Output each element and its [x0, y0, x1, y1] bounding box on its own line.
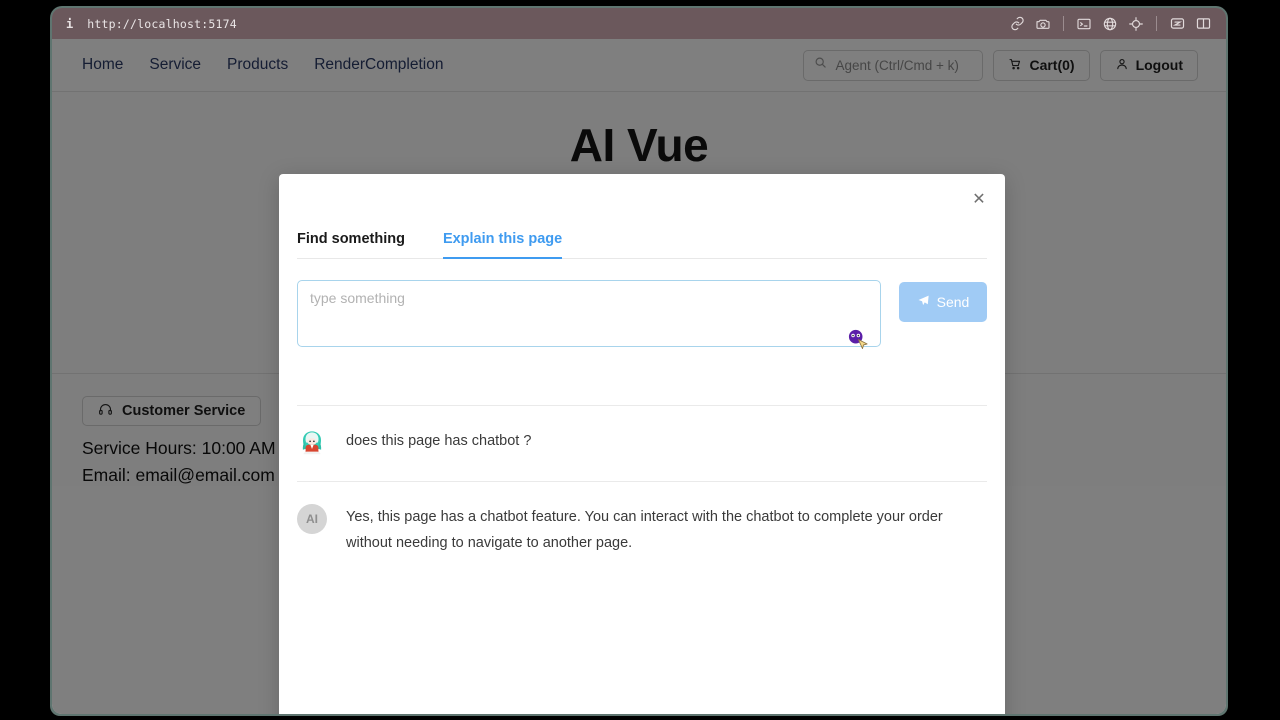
customer-service-label: Customer Service [122, 403, 246, 419]
browser-chrome-actions [1004, 12, 1216, 36]
message-text: does this page has chatbot ? [346, 433, 532, 449]
message-row-user: does this page has chatbot ? [297, 405, 987, 481]
url-bar-text[interactable]: http://localhost:5174 [87, 17, 237, 31]
terminal-icon[interactable] [1071, 12, 1097, 36]
nav-link-products[interactable]: Products [227, 56, 288, 74]
user-avatar [297, 428, 327, 458]
logout-button[interactable]: Logout [1099, 49, 1198, 81]
globe-icon[interactable] [1097, 12, 1123, 36]
agent-search-placeholder: Agent (Ctrl/Cmd + k) [835, 57, 959, 73]
message-row-assistant: AI Yes, this page has a chatbot feature.… [297, 481, 987, 580]
tab-explain-this-page[interactable]: Explain this page [442, 231, 563, 259]
devtools-icon[interactable] [1164, 12, 1190, 36]
user-icon [1115, 57, 1129, 74]
site-info-icon[interactable]: i [66, 17, 73, 31]
message-input[interactable] [297, 280, 881, 347]
chrome-divider [1063, 16, 1064, 31]
search-icon [814, 56, 827, 74]
primary-navigation: Home Service Products RenderCompletion [82, 56, 443, 74]
modal-body: Find something Explain this page type so… [279, 174, 1005, 580]
logout-label: Logout [1135, 57, 1183, 73]
target-icon[interactable] [1123, 12, 1149, 36]
camera-icon[interactable] [1030, 12, 1056, 36]
nav-link-home[interactable]: Home [82, 56, 123, 74]
browser-window: i http://localhost:5174 Home Service Pro… [50, 6, 1228, 716]
cart-icon [1008, 57, 1022, 74]
headphones-icon [98, 402, 113, 421]
browser-viewport-frame: i http://localhost:5174 Home Service Pro… [52, 8, 1226, 714]
send-label: Send [936, 294, 970, 310]
send-button[interactable]: Send [899, 282, 987, 322]
link-icon[interactable] [1004, 12, 1030, 36]
ai-avatar: AI [297, 504, 327, 534]
tab-find-something[interactable]: Find something [297, 231, 405, 258]
modal-tab-bar: Find something Explain this page [297, 174, 987, 259]
send-icon [917, 294, 930, 310]
agent-search-input[interactable]: Agent (Ctrl/Cmd + k) [803, 49, 984, 81]
cart-label: Cart(0) [1029, 57, 1075, 73]
split-panel-icon[interactable] [1190, 12, 1216, 36]
message-list: does this page has chatbot ? AI Yes, thi… [297, 405, 987, 580]
cart-button[interactable]: Cart(0) [993, 49, 1090, 81]
chrome-divider [1156, 16, 1157, 31]
nav-link-rendercompletion[interactable]: RenderCompletion [314, 56, 443, 74]
message-text: Yes, this page has a chatbot feature. Yo… [346, 509, 943, 551]
agent-modal: ✕ Find something Explain this page type … [279, 174, 1005, 714]
site-navbar: Home Service Products RenderCompletion A… [52, 39, 1226, 92]
page-title: AI Vue [569, 119, 709, 171]
close-icon[interactable]: ✕ [967, 188, 991, 212]
customer-service-button[interactable]: Customer Service [82, 396, 262, 426]
page-viewport: Home Service Products RenderCompletion A… [52, 39, 1226, 714]
nav-link-service[interactable]: Service [149, 56, 201, 74]
composer-input-wrapper [297, 280, 881, 352]
navbar-actions: Agent (Ctrl/Cmd + k) Cart(0) Logout [803, 49, 1198, 81]
message-composer: Send [297, 259, 987, 352]
browser-chrome-bar: i http://localhost:5174 [52, 8, 1226, 39]
